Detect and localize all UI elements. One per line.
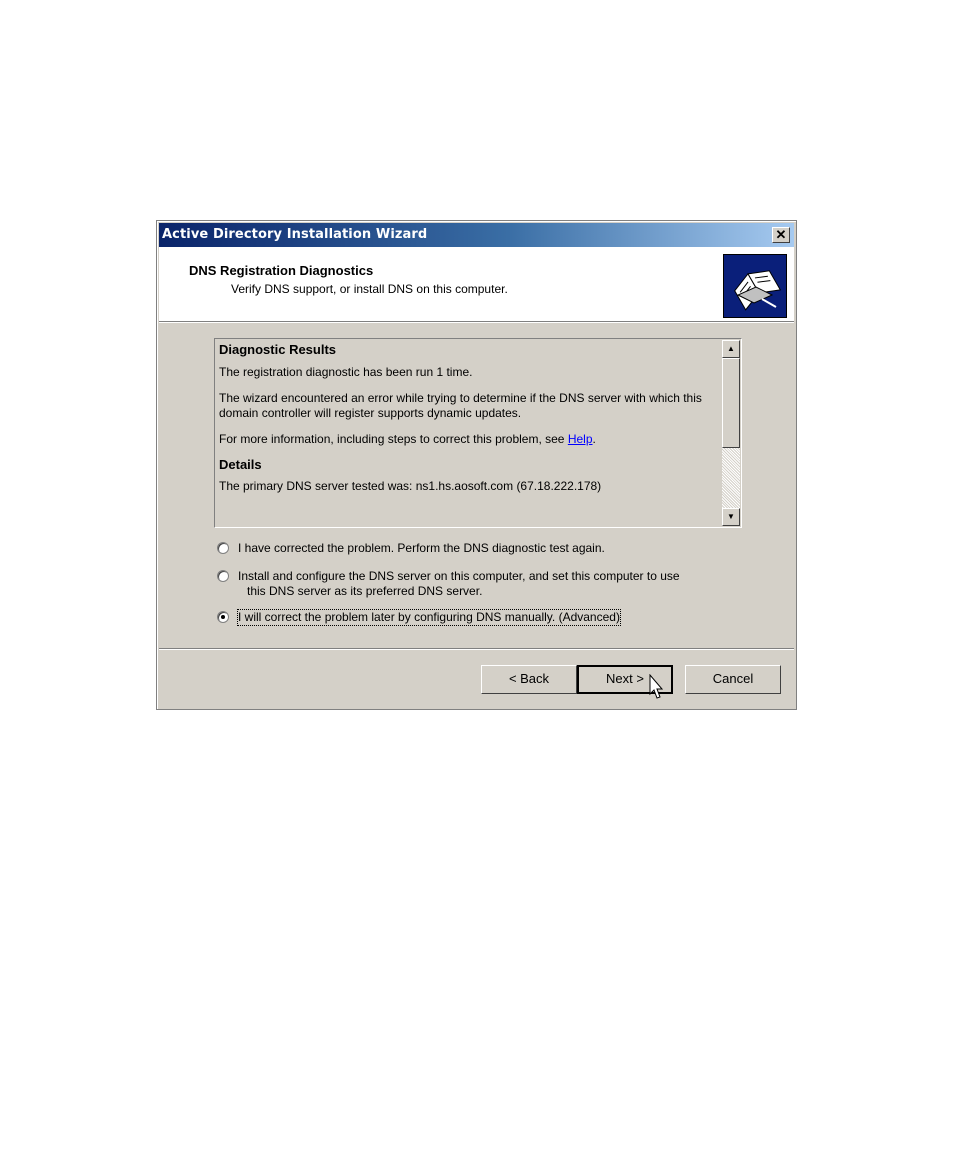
diagnostic-results-box[interactable]: Diagnostic Results The registration diag… (214, 338, 742, 528)
back-button[interactable]: < Back (481, 665, 577, 694)
details-text: The primary DNS server tested was: ns1.h… (219, 479, 602, 493)
wizard-dialog: Active Directory Installation Wizard ✕ D… (156, 220, 797, 710)
page-title: DNS Registration Diagnostics (189, 263, 374, 278)
diagnostic-results-text: Diagnostic Results The registration diag… (219, 341, 717, 525)
cancel-button[interactable]: Cancel (685, 665, 781, 694)
more-info-prefix: For more information, including steps to… (219, 432, 568, 446)
directory-book-icon (723, 254, 787, 318)
option-manual-label: I will correct the problem later by conf… (237, 609, 621, 626)
title-bar[interactable]: Active Directory Installation Wizard ✕ (159, 223, 794, 247)
scroll-up-icon[interactable]: ▲ (722, 340, 740, 358)
mouse-pointer-icon (649, 674, 663, 699)
scroll-thumb[interactable] (722, 358, 740, 448)
close-button[interactable]: ✕ (772, 227, 790, 243)
radio-retest[interactable] (217, 542, 229, 554)
header-divider (159, 322, 794, 323)
run-count-text: The registration diagnostic has been run… (219, 365, 473, 379)
more-info-suffix: . (592, 432, 596, 446)
radio-install-dns[interactable] (217, 570, 229, 582)
window-title: Active Directory Installation Wizard (162, 227, 428, 242)
scroll-down-icon[interactable]: ▼ (722, 508, 740, 526)
results-scrollbar[interactable]: ▲ ▼ (722, 340, 740, 526)
details-heading: Details (219, 457, 262, 472)
option-retest-label: I have corrected the problem. Perform th… (238, 541, 605, 555)
more-info-text: For more information, including steps to… (219, 432, 717, 447)
option-install-dns-label-2: this DNS server as its preferred DNS ser… (247, 584, 483, 598)
error-text: The wizard encountered an error while tr… (219, 391, 702, 420)
help-link[interactable]: Help (568, 432, 593, 446)
radio-manual[interactable] (217, 611, 229, 623)
option-install-dns-label: Install and configure the DNS server on … (238, 569, 680, 583)
close-icon: ✕ (775, 227, 787, 242)
wizard-header: DNS Registration Diagnostics Verify DNS … (159, 247, 794, 322)
footer-divider (159, 648, 794, 650)
page-subtitle: Verify DNS support, or install DNS on th… (231, 282, 508, 296)
results-heading: Diagnostic Results (219, 342, 337, 357)
